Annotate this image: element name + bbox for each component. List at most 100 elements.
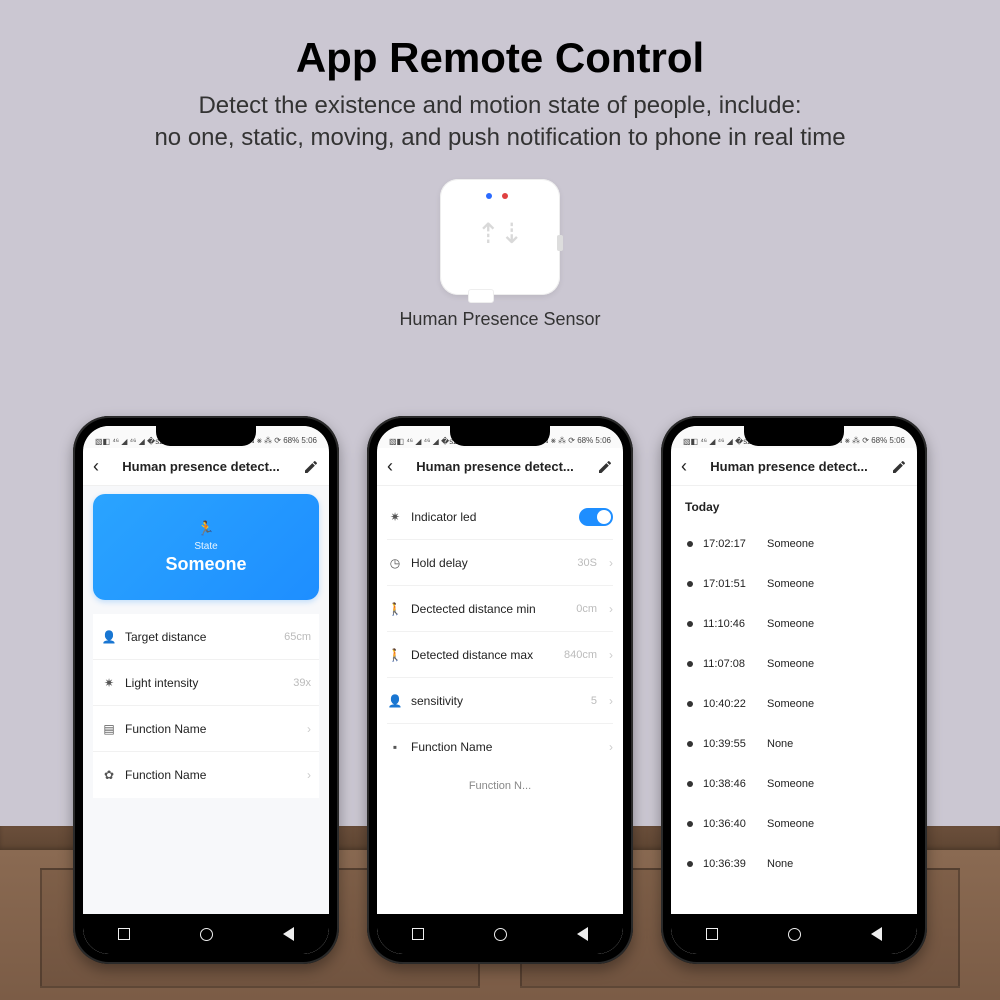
state-card: 🏃 State Someone: [93, 494, 319, 600]
setting-row[interactable]: ✷ Indicator led: [387, 494, 613, 540]
setting-label: Indicator led: [411, 510, 571, 524]
walk-icon: 🚶: [387, 648, 403, 662]
setting-row[interactable]: 🚶 Detected distance max 840cm ›: [387, 632, 613, 678]
log-section-header: Today: [681, 494, 907, 524]
app-bar: ‹ Human presence detect...: [671, 448, 917, 486]
bullet-icon: [687, 621, 693, 627]
chevron-right-icon: ›: [609, 694, 613, 708]
toggle-switch[interactable]: [579, 508, 613, 526]
log-time: 10:39:55: [703, 738, 757, 750]
running-icon: 🏃: [197, 520, 214, 537]
setting-row[interactable]: 👤 sensitivity 5 ›: [387, 678, 613, 724]
log-state: Someone: [767, 818, 814, 830]
setting-label: Function Name: [125, 768, 295, 782]
setting-label: Target distance: [125, 630, 276, 644]
back-icon[interactable]: ‹: [681, 456, 687, 477]
bullet-icon: [687, 661, 693, 667]
setting-value: 5: [591, 695, 597, 707]
setting-value: 0cm: [576, 603, 597, 615]
back-icon[interactable]: ‹: [93, 456, 99, 477]
bullet-icon: [687, 861, 693, 867]
nav-home-icon[interactable]: [788, 928, 801, 941]
setting-row[interactable]: ▪ Function Name ›: [387, 724, 613, 770]
sensor-device-image: ⇡⇣: [440, 179, 560, 295]
chevron-right-icon: ›: [609, 602, 613, 616]
bullet-icon: [687, 701, 693, 707]
screen-title: Human presence detect...: [399, 459, 591, 474]
setting-row: 👤 Target distance 65cm: [93, 614, 319, 660]
status-bar: ▧◧ ⁴⁶ ◢ ⁴⁶ ◢ �szélesℕ ⨳ ⁂ ⟳ 68% 5:06: [671, 426, 917, 448]
log-state: Someone: [767, 618, 814, 630]
android-nav: [377, 914, 623, 954]
log-item: 11:10:46 Someone: [681, 604, 907, 644]
setting-value: 30S: [577, 557, 597, 569]
log-time: 10:36:40: [703, 818, 757, 830]
log-item: 10:36:39None: [681, 844, 907, 884]
setting-row: ✷Light intensity39x: [93, 660, 319, 706]
chevron-right-icon: ›: [609, 740, 613, 754]
android-nav: [671, 914, 917, 954]
setting-label: Hold delay: [411, 556, 569, 570]
edit-icon[interactable]: [891, 459, 907, 475]
setting-label: Dectected distance min: [411, 602, 568, 616]
nav-recent-icon[interactable]: [706, 928, 718, 940]
setting-label: Detected distance max: [411, 648, 556, 662]
log-state: Someone: [767, 578, 814, 590]
chat-icon: ▪: [387, 740, 403, 754]
log-item: 11:07:08Someone: [681, 644, 907, 684]
log-state: Someone: [767, 658, 814, 670]
nav-recent-icon[interactable]: [412, 928, 424, 940]
app-bar: ‹ Human presence detect...: [377, 448, 623, 486]
setting-value: 39x: [293, 677, 311, 689]
back-icon[interactable]: ‹: [387, 456, 393, 477]
bullet-icon: [687, 741, 693, 747]
log-item: 17:01:51 Someone: [681, 564, 907, 604]
sensor-block: ⇡⇣ Human Presence Sensor: [0, 179, 1000, 330]
log-time: 17:02:17: [703, 538, 757, 550]
setting-row[interactable]: ▤Function Name›: [93, 706, 319, 752]
sensor-caption: Human Presence Sensor: [0, 309, 1000, 330]
chevron-right-icon: ›: [609, 648, 613, 662]
setting-label: Function Name: [411, 740, 597, 754]
state-label: State: [194, 541, 217, 552]
log-state: None: [767, 738, 793, 750]
nav-home-icon[interactable]: [200, 928, 213, 941]
edit-icon[interactable]: [303, 459, 319, 475]
log-item: 10:36:40 Someone: [681, 804, 907, 844]
log-state: Someone: [767, 778, 814, 790]
person-icon: 👤: [387, 694, 403, 708]
log-item: 17:02:17 Someone: [681, 524, 907, 564]
gear-icon: ✿: [101, 768, 117, 782]
log-state: Someone: [767, 538, 814, 550]
nav-home-icon[interactable]: [494, 928, 507, 941]
nav-back-icon[interactable]: [871, 927, 882, 941]
chevron-right-icon: ›: [307, 722, 311, 736]
bullet-icon: [687, 581, 693, 587]
setting-label: sensitivity: [411, 694, 583, 708]
nav-back-icon[interactable]: [283, 927, 294, 941]
status-bar: ▧◧ ⁴⁶ ◢ ⁴⁶ ◢ �szélesℕ ⨳ ⁂ ⟳ 68% 5:06: [83, 426, 329, 448]
setting-row[interactable]: ◷Hold delay30S›: [387, 540, 613, 586]
setting-row[interactable]: ✿Function Name›: [93, 752, 319, 798]
log-time: 17:01:51: [703, 578, 757, 590]
log-time: 10:40:22: [703, 698, 757, 710]
bullet-icon: [687, 541, 693, 547]
phone-mockup-2: ▧◧ ⁴⁶ ◢ ⁴⁶ ◢ �szélesℕ ⨳ ⁂ ⟳ 68% 5:06 ‹ H…: [367, 416, 633, 964]
phone-mockup-3: ▧◧ ⁴⁶ ◢ ⁴⁶ ◢ �szélesℕ ⨳ ⁂ ⟳ 68% 5:06 ‹ H…: [661, 416, 927, 964]
nav-recent-icon[interactable]: [118, 928, 130, 940]
log-state: None: [767, 858, 793, 870]
edit-icon[interactable]: [597, 459, 613, 475]
person-icon: 👤: [101, 630, 117, 644]
nav-back-icon[interactable]: [577, 927, 588, 941]
page-subtitle: Detect the existence and motion state of…: [0, 90, 1000, 155]
sensor-glyph-icon: ⇡⇣: [477, 217, 524, 250]
log-time: 10:38:46: [703, 778, 757, 790]
setting-value: 65cm: [284, 631, 311, 643]
bulb-icon: ✷: [387, 510, 403, 524]
setting-row[interactable]: 🚶Dectected distance min0cm›: [387, 586, 613, 632]
log-time: 11:10:46: [703, 618, 757, 630]
bullet-icon: [687, 821, 693, 827]
app-bar: ‹ Human presence detect...: [83, 448, 329, 486]
screen-title: Human presence detect...: [693, 459, 885, 474]
setting-value: 840cm: [564, 649, 597, 661]
